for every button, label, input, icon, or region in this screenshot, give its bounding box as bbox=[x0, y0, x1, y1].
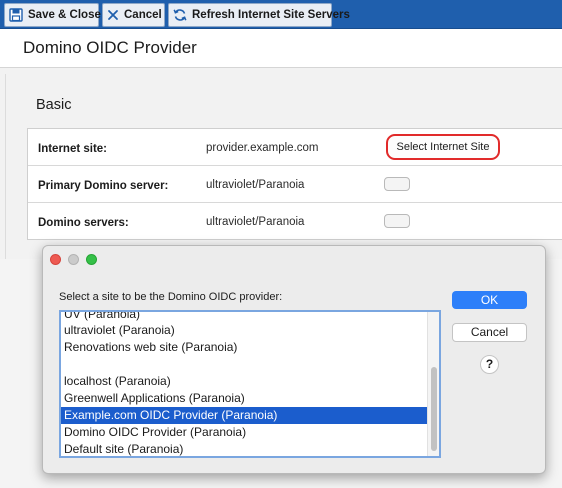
field-value: ultraviolet/Paranoia bbox=[206, 216, 305, 228]
site-picker-dialog: Select a site to be the Domino OIDC prov… bbox=[42, 245, 546, 474]
section-title-basic: Basic bbox=[36, 97, 72, 113]
list-scrollbar[interactable] bbox=[427, 312, 439, 456]
row-primary-server: Primary Domino server: ultraviolet/Paran… bbox=[28, 166, 562, 203]
field-label: Domino servers: bbox=[38, 217, 129, 229]
cancel-label: Cancel bbox=[124, 9, 162, 21]
help-button[interactable]: ? bbox=[480, 355, 499, 374]
list-item[interactable]: Renovations web site (Paranoia) bbox=[61, 339, 429, 356]
scroll-thumb[interactable] bbox=[431, 367, 437, 451]
select-primary-server-button[interactable] bbox=[384, 177, 410, 191]
refresh-servers-button[interactable]: Refresh Internet Site Servers bbox=[168, 3, 350, 27]
row-internet-site: Internet site: provider.example.com Sele… bbox=[28, 129, 562, 166]
field-value: ultraviolet/Paranoia bbox=[206, 179, 305, 191]
refresh-icon bbox=[173, 9, 187, 21]
save-icon bbox=[9, 8, 23, 22]
list-item[interactable]: Default site (Paranoia) bbox=[61, 441, 429, 456]
window-zoom-button[interactable] bbox=[86, 254, 97, 265]
window-close-button[interactable] bbox=[50, 254, 61, 265]
save-close-label: Save & Close bbox=[28, 9, 101, 21]
question-icon: ? bbox=[485, 357, 494, 371]
list-item-selected[interactable]: Example.com OIDC Provider (Paranoia) bbox=[61, 407, 429, 424]
save-close-button[interactable]: Save & Close bbox=[4, 3, 101, 27]
site-listbox[interactable]: UV (Paranoia) ultraviolet (Paranoia) Ren… bbox=[59, 310, 441, 458]
ok-button[interactable]: OK bbox=[452, 291, 527, 309]
window-minimize-button[interactable] bbox=[68, 254, 79, 265]
list-item-empty[interactable] bbox=[61, 356, 429, 373]
field-label: Primary Domino server: bbox=[38, 180, 169, 192]
dialog-prompt: Select a site to be the Domino OIDC prov… bbox=[59, 291, 283, 303]
refresh-label: Refresh Internet Site Servers bbox=[192, 9, 350, 21]
action-toolbar: Save & Close Cancel Refresh Internet Sit… bbox=[0, 0, 562, 29]
close-x-icon bbox=[108, 10, 118, 20]
field-value: provider.example.com bbox=[206, 142, 319, 154]
select-domino-servers-button[interactable] bbox=[384, 214, 410, 228]
select-internet-site-button[interactable]: Select Internet Site bbox=[386, 134, 500, 160]
list-item[interactable]: Domino OIDC Provider (Paranoia) bbox=[61, 424, 429, 441]
field-label: Internet site: bbox=[38, 143, 108, 155]
row-domino-servers: Domino servers: ultraviolet/Paranoia bbox=[28, 203, 562, 240]
document-page: Domino OIDC Provider Basic Internet site… bbox=[0, 29, 562, 289]
list-item[interactable]: ultraviolet (Paranoia) bbox=[61, 322, 429, 339]
basic-form: Internet site: provider.example.com Sele… bbox=[27, 128, 562, 240]
cancel-button[interactable]: Cancel bbox=[452, 323, 527, 342]
cancel-toolbar-button[interactable]: Cancel bbox=[102, 3, 165, 27]
list-item[interactable]: Greenwell Applications (Paranoia) bbox=[61, 390, 429, 407]
page-title: Domino OIDC Provider bbox=[0, 29, 562, 68]
list-item[interactable]: localhost (Paranoia) bbox=[61, 373, 429, 390]
